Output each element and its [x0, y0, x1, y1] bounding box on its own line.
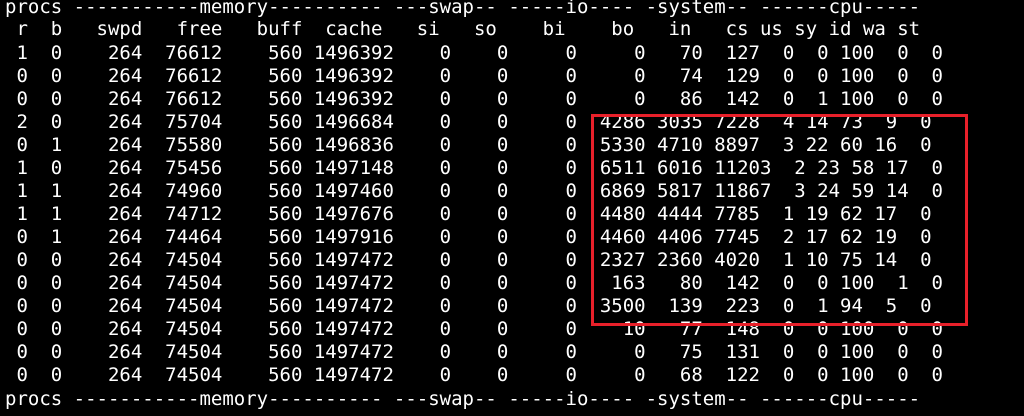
terminal-window[interactable]: procs -----------memory---------- ---swa…: [0, 0, 1024, 416]
vmstat-row: 0 0 264 74504 560 1497472 0 0 0 0 68 122…: [5, 364, 943, 386]
vmstat-row: 0 0 264 74504 560 1497472 0 0 0 10 77 14…: [5, 318, 943, 340]
vmstat-row: 1 1 264 74712 560 1497676 0 0 0 4480 444…: [5, 203, 932, 225]
vmstat-header-columns: r b swpd free buff cache si so bi bo in …: [5, 18, 921, 40]
vmstat-row: 0 1 264 74464 560 1497916 0 0 0 4460 440…: [5, 226, 932, 248]
vmstat-row: 1 1 264 74960 560 1497460 0 0 0 6869 581…: [5, 180, 943, 202]
vmstat-row: 0 0 264 76612 560 1496392 0 0 0 0 86 142…: [5, 88, 943, 110]
vmstat-row: 0 0 264 74504 560 1497472 0 0 0 0 75 131…: [5, 341, 943, 363]
vmstat-row: 2 0 264 75704 560 1496684 0 0 0 4286 303…: [5, 111, 932, 133]
vmstat-row: 1 0 264 75456 560 1497148 0 0 0 6511 601…: [5, 157, 943, 179]
vmstat-row: 0 0 264 74504 560 1497472 0 0 0 2327 236…: [5, 249, 932, 271]
vmstat-header-groups: procs -----------memory---------- ---swa…: [5, 0, 921, 18]
vmstat-row: 0 1 264 75580 560 1496836 0 0 0 5330 471…: [5, 134, 932, 156]
vmstat-row: 0 0 264 74504 560 1497472 0 0 0 163 80 1…: [5, 272, 943, 294]
vmstat-row: 0 0 264 74504 560 1497472 0 0 0 3500 139…: [5, 295, 932, 317]
vmstat-row: 1 0 264 76612 560 1496392 0 0 0 0 70 127…: [5, 42, 943, 64]
vmstat-header-groups-repeat: procs -----------memory---------- ---swa…: [5, 388, 921, 410]
vmstat-row: 0 0 264 76612 560 1496392 0 0 0 0 74 129…: [5, 65, 943, 87]
